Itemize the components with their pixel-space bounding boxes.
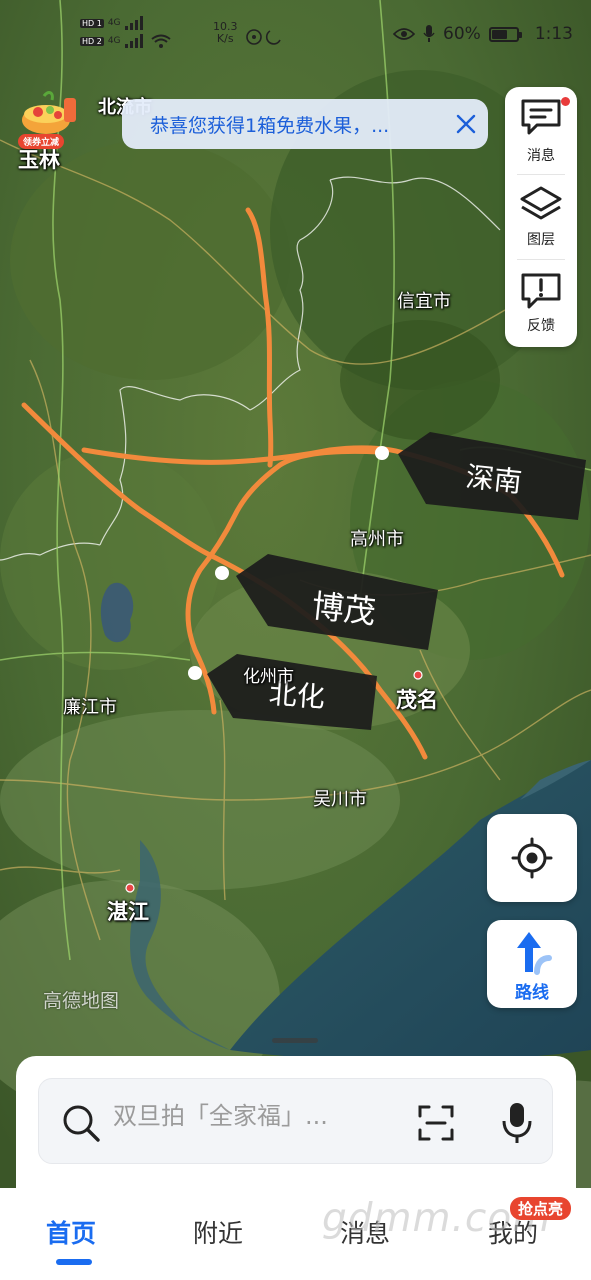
network-speed: 10.3 K/s <box>213 21 238 45</box>
layers-icon <box>520 186 562 220</box>
sim1-label: HD 1 <box>80 18 104 28</box>
map-brand-watermark: 高德地图 <box>43 990 120 1012</box>
search-placeholder: 双旦拍「全家福」... <box>113 1102 328 1130</box>
app-status-icons <box>246 29 281 45</box>
search-bar[interactable]: 双旦拍「全家福」... <box>38 1078 553 1164</box>
route-arrow-icon <box>517 932 552 975</box>
tab-home[interactable]: 首页 <box>46 1214 96 1250</box>
tab-nearby[interactable]: 附近 <box>193 1214 243 1250</box>
tool-messages[interactable]: 消息 <box>505 87 577 171</box>
route-tag-label: 深南 <box>464 460 524 499</box>
status-bar: HD 1 4G HD 2 4G 10.3 K/s 60% 1:13 <box>0 0 591 72</box>
route-tag-label: 博茂 <box>309 586 378 632</box>
scan-icon[interactable] <box>417 1104 455 1142</box>
promo-badge[interactable]: 领券立减 <box>14 86 86 156</box>
route-tag-shennan[interactable]: 深南 <box>398 432 586 522</box>
tool-label: 图层 <box>527 232 555 248</box>
city-label[interactable]: 湛江 <box>107 896 149 926</box>
microphone-status-icon <box>423 25 435 42</box>
network-label: 4G <box>107 18 121 28</box>
tool-layers[interactable]: 图层 <box>505 175 577 259</box>
route-button[interactable]: 路线 <box>487 920 577 1008</box>
notice-banner[interactable]: 恭喜您获得1箱免费水果，... <box>122 99 488 149</box>
signal-cluster: HD 1 4G HD 2 4G <box>80 14 171 50</box>
city-label[interactable]: 吴川市 <box>313 785 367 811</box>
city-label[interactable]: 高州市 <box>350 525 404 551</box>
status-right: 60% 1:13 <box>393 24 573 44</box>
speed-unit: K/s <box>216 32 234 45</box>
active-tab-indicator <box>56 1259 92 1265</box>
wifi-icon <box>150 34 171 48</box>
search-icon <box>63 1105 100 1142</box>
promo-badge-label: 领券立减 <box>18 134 65 149</box>
tool-label: 消息 <box>527 148 555 164</box>
battery-icon <box>488 26 522 42</box>
divider <box>517 259 565 260</box>
notice-text: 恭喜您获得1箱免费水果，... <box>150 114 390 137</box>
tab-badge: 抢点亮 <box>510 1197 572 1220</box>
city-label[interactable]: 廉江市 <box>63 693 117 719</box>
feedback-icon <box>521 273 561 309</box>
message-icon <box>521 99 561 135</box>
route-tag-bomao[interactable]: 博茂 <box>236 554 438 652</box>
close-icon[interactable] <box>454 112 478 136</box>
tool-feedback[interactable]: 反馈 <box>505 261 577 345</box>
clock: 1:13 <box>534 24 573 44</box>
microphone-icon[interactable] <box>501 1101 533 1145</box>
city-label[interactable]: 茂名 <box>396 684 438 714</box>
network-label: 4G <box>107 36 121 46</box>
tool-label: 反馈 <box>527 318 555 334</box>
locate-button[interactable] <box>487 814 577 902</box>
unread-dot <box>561 97 570 106</box>
route-button-label: 路线 <box>515 983 549 1003</box>
sheet-drag-handle[interactable] <box>272 1038 318 1043</box>
city-label[interactable]: 化州市 <box>243 662 294 687</box>
map-tool-panel: 消息 图层 反馈 <box>505 87 577 347</box>
signal-icon <box>124 16 143 30</box>
battery-percent: 60% <box>443 24 481 44</box>
locate-icon <box>511 837 553 879</box>
eye-icon <box>393 28 416 40</box>
sim2-label: HD 2 <box>80 36 104 46</box>
signal-icon <box>124 34 143 48</box>
city-label[interactable]: 信宜市 <box>397 287 451 313</box>
